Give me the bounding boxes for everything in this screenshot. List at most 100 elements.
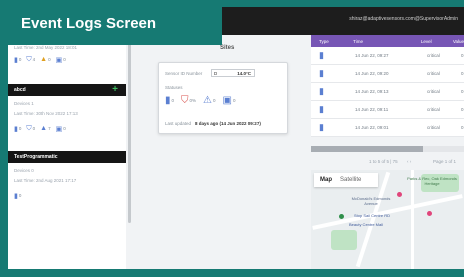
page-nav-arrows[interactable]: ‹ › [407,159,411,164]
card-devices: Devices 1 [14,101,34,106]
stat-sensors: ▮ 0 [14,125,22,133]
scrollbar-thumb[interactable] [311,146,423,152]
sensor-icon: ▮ [319,86,324,96]
table-row[interactable]: ▮ 14 Jun 22, 09:20 critical 0 [311,65,464,83]
device-icon: ▣ [222,95,232,106]
card-header: TestProgrammatic [8,151,126,163]
cell-value: 0 [461,71,464,76]
table-row[interactable]: ▮ 14 Jun 22, 09:11 critical 0 [311,101,464,119]
page-indicator: Page 1 of 1 [433,159,457,164]
table-pagination: 1 to 5 of 5 | 75 ‹ › Page 1 of 1 [311,157,464,167]
sensor-icon: ▮ [14,192,18,200]
cell-time: 14 Jun 22, 09:01 [355,125,389,130]
shield-icon: ⛉ [26,124,32,132]
cell-value: 0 [461,89,464,94]
table-row[interactable]: ▮ 14 Jun 22, 09:13 critical 0 [311,83,464,101]
statuses-label: Statuses [165,85,183,90]
stat-alerts: ▲ 0 [40,56,51,63]
stat-devices: ▣ 0 [55,125,66,133]
table-horizontal-scrollbar[interactable] [311,146,464,152]
column-header-type[interactable]: Type [311,39,345,44]
card-title: abcd [14,87,26,93]
device-icon: ▣ [55,125,63,133]
popup-stat-sensors: ▮ 0 [165,95,175,106]
satellite-tab[interactable]: Satellite [340,177,361,183]
map-label: Beauty Centre Mall [348,222,383,227]
card-title: TestProgrammatic [14,154,58,160]
site-card-1[interactable]: Last Time: 2nd May 2022 18:01 ▮ 0 ⛉ 4 ▲ 0 ▣… [8,43,126,66]
column-header-level[interactable]: Level [413,39,449,44]
sensor-icon: ▮ [319,50,324,60]
screen-title-banner: Event Logs Screen [8,7,222,45]
card-stats: ▮ 0 [8,189,126,202]
table-row[interactable]: ▮ 14 Jun 22, 09:27 critical 0 [311,47,464,65]
user-email[interactable]: shiraz@adaptivesensors.com@SupervisorAdm… [349,16,458,22]
pagination-info: 1 to 5 of 5 | 75 [369,159,398,164]
sensor-icon: ▮ [14,125,18,133]
card-stats: ▮ 0 ⛉ 0 ▲ 7 ▣ 0 [8,122,126,135]
popup-stat-alerts: ⚠ 0 [203,95,216,106]
table-row[interactable]: ▮ 14 Jun 22, 09:01 critical 0 [311,119,464,137]
card-last-time: Last Time: 2nd Aug 2021 17:17 [14,178,77,183]
map-type-tabs: Map Satellite [314,173,378,187]
page-title: Sites [220,45,235,51]
cell-value: 0 [461,125,464,130]
cell-time: 14 Jun 22, 09:11 [355,107,389,112]
cell-value: 0 [461,107,464,112]
card-devices: Devices 0 [14,168,34,173]
last-updated: Last updated 8 days ago (14 Jun 2022 09:2… [165,121,261,126]
sensor-id-label: Sensor ID Number [165,71,203,76]
add-icon[interactable]: + [112,84,118,95]
map-label: Parks & Rec, Oak Edmonds Heritage [407,176,457,186]
column-header-time[interactable]: Time [345,39,413,44]
site-card-3[interactable]: TestProgrammatic Devices 0 Last Time: 2n… [8,151,126,202]
stat-sensors: ▮ 0 [14,192,22,200]
shield-icon: ⛉ [181,95,189,106]
warning-icon: ▲ [40,125,48,132]
cell-time: 14 Jun 22, 09:27 [355,53,389,58]
screen-title: Event Logs Screen [21,15,157,32]
sensor-id-field[interactable]: D 14.0°C [211,69,255,77]
cell-time: 14 Jun 22, 09:13 [355,89,389,94]
shield-icon: ⛉ [26,55,32,63]
sensor-icon: ▮ [319,68,324,78]
sidebar-scrollbar[interactable] [128,43,131,223]
card-last-time: Last Time: 30th Nov 2022 17:13 [14,111,78,116]
location-map[interactable]: Map Satellite Parks & Rec, Oak Edmonds H… [311,170,464,269]
map-pin-icon[interactable] [339,214,344,219]
app-window: shiraz@adaptivesensors.com@SupervisorAdm… [8,7,464,269]
last-updated-value: 8 days ago (14 Jun 2022 09:27) [195,121,261,126]
stat-shield: ⛉ 0 [26,124,36,132]
stat-alerts: ▲ 7 [40,125,51,132]
popup-stats: ▮ 0 ⛉ 0% ⚠ 0 ▣ 0 [165,95,236,106]
cell-level: critical [427,89,440,94]
sensor-icon: ▮ [319,122,324,132]
stat-shield: ⛉ 4 [26,55,36,63]
warning-icon: ⚠ [203,95,213,106]
sensor-icon: ▮ [165,95,171,106]
cell-time: 14 Jun 22, 09:20 [355,71,389,76]
sensor-icon: ▮ [319,104,324,114]
warning-icon: ▲ [40,56,48,63]
table-header: Type Time Level Value [311,35,464,47]
sidebar: Last Time: 2nd May 2022 18:01 ▮ 0 ⛉ 4 ▲ 0 ▣… [8,35,126,269]
popup-stat-shield: ⛉ 0% [181,95,197,106]
stat-sensors: ▮ 0 [14,56,22,64]
site-card-2[interactable]: abcd + Devices 1 Last Time: 30th Nov 202… [8,84,126,135]
event-log-table: Type Time Level Value ▮ 14 Jun 22, 09:27… [311,35,464,137]
popup-stat-devices: ▣ 0 [222,95,236,106]
map-label: McDonald's Edmonds Avenue [351,196,391,206]
cell-level: critical [427,71,440,76]
stat-devices: ▣ 0 [55,56,66,64]
cell-level: critical [427,107,440,112]
map-pin-icon[interactable] [427,211,432,216]
map-label: Stop Sail Centre RD [353,213,390,218]
column-header-value[interactable]: Value [449,39,464,44]
card-stats: ▮ 0 ⛉ 4 ▲ 0 ▣ 0 [8,53,126,66]
sensor-popup: Sensor ID Number D 14.0°C Statuses ▮ 0 ⛉ 0… [158,62,288,134]
map-tab[interactable]: Map [320,177,332,183]
cell-level: critical [427,125,440,130]
map-park [331,230,357,250]
map-pin-icon[interactable] [397,192,402,197]
sensor-temperature: 14.0°C [237,71,251,76]
